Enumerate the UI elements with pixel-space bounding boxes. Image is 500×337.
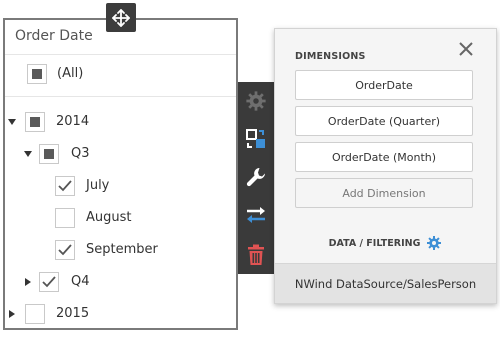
- wrench-icon: [246, 168, 265, 187]
- node-checkbox[interactable]: [55, 240, 75, 260]
- caret-right-icon[interactable]: [21, 268, 35, 296]
- caret-down-icon[interactable]: [5, 108, 19, 136]
- node-label: Q4: [71, 274, 90, 289]
- dimension-orderdate-quarter[interactable]: OrderDate (Quarter): [295, 106, 473, 136]
- select-all-row[interactable]: (All): [5, 60, 236, 88]
- dimensions-header: DIMENSIONS: [295, 51, 366, 62]
- node-label: September: [86, 242, 158, 257]
- data-filtering-label: DATA / FILTERING: [328, 237, 421, 249]
- node-label: 2014: [56, 114, 90, 129]
- node-checkbox[interactable]: [39, 144, 59, 164]
- close-icon: [459, 42, 473, 56]
- convert-button[interactable]: [238, 120, 274, 158]
- checkmark-icon: [58, 180, 72, 192]
- gear-icon: [246, 91, 266, 111]
- tree-node-q4[interactable]: Q4: [5, 268, 236, 296]
- tree-node-september[interactable]: September: [5, 236, 236, 264]
- node-label: July: [86, 178, 110, 193]
- tree-node-q3[interactable]: Q3: [5, 140, 236, 168]
- select-all-label: (All): [57, 66, 84, 81]
- caret-down-icon[interactable]: [21, 140, 35, 168]
- select-all-checkbox[interactable]: [27, 64, 47, 84]
- tree-node-2015[interactable]: 2015: [5, 300, 236, 328]
- move-handle[interactable]: [106, 3, 136, 32]
- node-checkbox[interactable]: [25, 112, 45, 132]
- node-checkbox[interactable]: [55, 176, 75, 196]
- node-checkbox[interactable]: [25, 304, 45, 324]
- options-button[interactable]: [238, 82, 274, 120]
- tree-node-2014[interactable]: 2014: [5, 108, 236, 136]
- node-checkbox[interactable]: [39, 272, 59, 292]
- filter-divider: [5, 96, 236, 97]
- swap-icon: [247, 207, 265, 223]
- interactivity-button[interactable]: [238, 196, 274, 234]
- filter-title: Order Date: [15, 28, 93, 44]
- checkmark-icon: [42, 276, 56, 288]
- checkmark-icon: [58, 244, 72, 256]
- caret-right-icon[interactable]: [5, 300, 19, 328]
- delete-button[interactable]: [238, 236, 274, 274]
- item-toolbar: [238, 82, 274, 274]
- data-filtering-section[interactable]: DATA / FILTERING: [275, 235, 496, 251]
- node-label: August: [86, 210, 132, 225]
- trash-icon: [248, 244, 264, 265]
- node-label: 2015: [56, 306, 90, 321]
- datasource-bar[interactable]: NWind DataSource/SalesPerson: [275, 263, 496, 303]
- dimensions-panel: DIMENSIONS OrderDate OrderDate (Quarter)…: [274, 28, 497, 304]
- wrench-button[interactable]: [238, 158, 274, 196]
- dimension-orderdate[interactable]: OrderDate: [295, 70, 473, 100]
- gear-icon[interactable]: [426, 235, 442, 251]
- close-button[interactable]: [458, 41, 474, 57]
- tree-node-august[interactable]: August: [5, 204, 236, 232]
- move-icon: [112, 8, 130, 27]
- dimension-orderdate-month[interactable]: OrderDate (Month): [295, 142, 473, 172]
- convert-icon: [246, 129, 265, 148]
- date-filter-panel: Order Date (All) 2014 Q3 July August Sep…: [3, 18, 238, 330]
- node-label: Q3: [71, 146, 90, 161]
- node-checkbox[interactable]: [55, 208, 75, 228]
- add-dimension-button[interactable]: Add Dimension: [295, 178, 473, 208]
- tree-node-july[interactable]: July: [5, 172, 236, 200]
- filter-divider: [5, 54, 236, 55]
